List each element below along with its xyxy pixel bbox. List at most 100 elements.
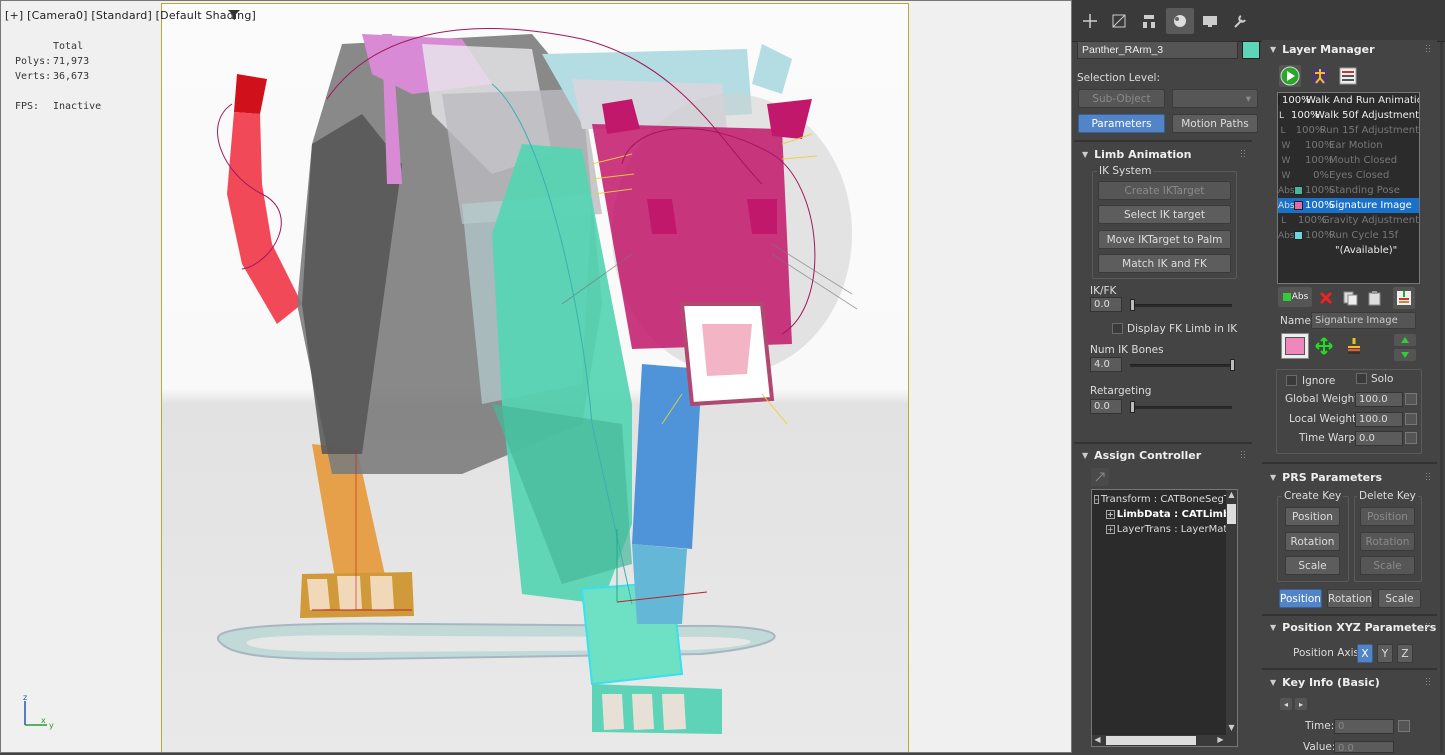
prs-parameters-header[interactable]: ▼ PRS Parameters <box>1262 468 1437 486</box>
assign-controller-button[interactable] <box>1091 468 1109 486</box>
copy-layer-button[interactable] <box>1339 287 1361 309</box>
command-panel-scrollbar[interactable] <box>1440 42 1443 753</box>
layer-manager-header[interactable]: ▼ Layer Manager <box>1262 40 1437 58</box>
tree-row-layertrans[interactable]: + LayerTrans : LayerMatrix3 <box>1092 522 1237 537</box>
panther-scene[interactable] <box>162 4 908 752</box>
key-lock-icon[interactable] <box>1398 720 1410 732</box>
time-warp-spinner[interactable]: 0.0 <box>1355 431 1403 446</box>
graph-icon[interactable] <box>1405 413 1417 425</box>
viewport-label-menu[interactable]: [+] [Camera0] [Standard] [Default Shadin… <box>5 9 256 22</box>
num-ik-bones-value[interactable]: 4.0 <box>1090 357 1122 372</box>
delete-rotation-key-button[interactable]: Rotation <box>1360 532 1415 551</box>
collapse-layers-button[interactable] <box>1393 287 1415 309</box>
layer-list[interactable]: 100% Walk And Run Animation L 100% Walk 50f … <box>1277 92 1420 284</box>
graph-icon[interactable] <box>1405 393 1417 405</box>
scale-mode-button[interactable]: Scale <box>1378 589 1421 608</box>
delete-layer-button[interactable] <box>1315 287 1337 309</box>
ignore-checkbox[interactable] <box>1286 375 1297 386</box>
ikfk-value[interactable]: 0.0 <box>1090 297 1122 312</box>
motion-paths-button[interactable]: Motion Paths <box>1172 114 1258 133</box>
layer-row[interactable]: W 100% Mouth Closed <box>1278 153 1419 168</box>
delete-scale-key-button[interactable]: Scale <box>1360 556 1415 575</box>
utilities-tab[interactable] <box>1226 8 1254 34</box>
controller-tree[interactable]: - Transform : CATBoneSegTrans + LimbData :… <box>1091 489 1238 747</box>
display-tab[interactable] <box>1196 8 1224 34</box>
scroll-left-icon[interactable]: ◀ <box>1092 735 1103 746</box>
setup-animation-mode-button[interactable] <box>1279 65 1301 87</box>
filter-icon[interactable] <box>228 10 240 20</box>
limb-animation-header[interactable]: ▼ Limb Animation <box>1074 145 1252 163</box>
global-weight-spinner[interactable]: 100.0 <box>1355 392 1403 407</box>
modify-tab[interactable] <box>1105 8 1133 34</box>
layer-row[interactable]: Abs 100% Run Cycle 15f <box>1278 228 1419 243</box>
retargeting-value[interactable]: 0.0 <box>1090 399 1122 414</box>
previous-key-button[interactable]: ◂ <box>1280 698 1292 710</box>
layer-transform-node-button[interactable] <box>1313 335 1335 357</box>
sub-object-dropdown[interactable]: ▾ <box>1172 89 1258 108</box>
walk-cycle-button[interactable] <box>1309 65 1331 87</box>
delete-position-key-button[interactable]: Position <box>1360 507 1415 526</box>
object-name-field[interactable] <box>1077 41 1238 59</box>
create-scale-key-button[interactable]: Scale <box>1285 556 1340 575</box>
layer-row[interactable]: W 100% Ear Motion <box>1278 138 1419 153</box>
scroll-thumb[interactable] <box>1106 736 1196 745</box>
layer-options-button[interactable] <box>1337 65 1359 87</box>
create-rotation-key-button[interactable]: Rotation <box>1285 532 1340 551</box>
ikfk-slider-track[interactable] <box>1130 304 1232 307</box>
layer-row[interactable]: Abs 100% Standing Pose <box>1278 183 1419 198</box>
tree-row-limbdata[interactable]: +LimbData : CATLimbData <box>1092 507 1237 522</box>
position-xyz-header[interactable]: ▼ Position XYZ Parameters <box>1262 618 1437 636</box>
ikfk-slider-handle[interactable] <box>1130 299 1135 311</box>
expand-toggle-icon[interactable]: + <box>1106 525 1115 534</box>
next-key-button[interactable]: ▸ <box>1295 698 1307 710</box>
assign-controller-header[interactable]: ▼ Assign Controller <box>1074 446 1252 464</box>
local-weight-spinner[interactable]: 100.0 <box>1355 412 1403 427</box>
select-ik-target-button[interactable]: Select IK target <box>1098 205 1231 224</box>
solo-checkbox[interactable] <box>1356 373 1367 384</box>
layer-row[interactable]: L 100% Gravity Adjustment <box>1278 213 1419 228</box>
rotation-mode-button[interactable]: Rotation <box>1327 589 1373 608</box>
move-layer-down-button[interactable] <box>1394 349 1416 361</box>
create-tab[interactable] <box>1076 8 1104 34</box>
add-layer-button[interactable]: Abs <box>1278 287 1312 307</box>
create-iktarget-button[interactable]: Create IKTarget <box>1098 181 1231 200</box>
layer-row[interactable]: W 0% Eyes Closed <box>1278 168 1419 183</box>
collapse-toggle-icon[interactable]: - <box>1094 495 1099 504</box>
layer-row[interactable]: L 100% Run 15f Adjustment <box>1278 123 1419 138</box>
axis-x-button[interactable]: X <box>1357 644 1373 663</box>
tree-horizontal-scrollbar[interactable]: ◀ ▶ <box>1092 735 1237 746</box>
viewport[interactable]: [+] [Camera0] [Standard] [Default Shadin… <box>0 0 1072 753</box>
layer-color-button[interactable] <box>1281 333 1309 359</box>
scroll-up-icon[interactable]: ▲ <box>1226 490 1237 501</box>
motion-tab[interactable] <box>1166 8 1194 34</box>
key-info-header[interactable]: ▼ Key Info (Basic) <box>1262 673 1437 691</box>
match-ik-fk-button[interactable]: Match IK and FK <box>1098 254 1231 273</box>
scroll-right-icon[interactable]: ▶ <box>1215 735 1226 746</box>
layer-stack-button[interactable] <box>1343 335 1365 357</box>
paste-layer-button[interactable] <box>1363 287 1385 309</box>
num-ik-bones-slider-track[interactable] <box>1130 364 1232 367</box>
layer-row[interactable]: Abs 100% Signature Image <box>1278 198 1419 213</box>
parameters-button[interactable]: Parameters <box>1078 114 1165 133</box>
time-spinner[interactable]: 0 <box>1334 719 1394 734</box>
object-color-swatch[interactable] <box>1242 41 1260 59</box>
position-mode-button[interactable]: Position <box>1279 589 1322 608</box>
axis-y-button[interactable]: Y <box>1377 644 1393 663</box>
layer-name-field[interactable] <box>1311 312 1416 329</box>
move-layer-up-button[interactable] <box>1394 334 1416 346</box>
tree-vertical-scrollbar[interactable]: ▲ ▼ <box>1226 490 1237 746</box>
available-layer-slot[interactable]: "(Available)" <box>1278 243 1419 258</box>
retargeting-slider-handle[interactable] <box>1130 401 1135 413</box>
axis-z-button[interactable]: Z <box>1397 644 1413 663</box>
create-position-key-button[interactable]: Position <box>1285 507 1340 526</box>
graph-icon[interactable] <box>1405 432 1417 444</box>
move-iktarget-to-palm-button[interactable]: Move IKTarget to Palm <box>1098 230 1231 249</box>
value-spinner[interactable]: 0.0 <box>1334 741 1394 754</box>
retargeting-slider-track[interactable] <box>1130 406 1232 409</box>
scroll-thumb[interactable] <box>1227 504 1236 524</box>
display-fk-limb-checkbox[interactable] <box>1112 323 1123 334</box>
sub-object-button[interactable]: Sub-Object <box>1078 89 1165 108</box>
layer-row[interactable]: L 100% Walk 50f Adjustment <box>1278 108 1419 123</box>
scroll-down-icon[interactable]: ▼ <box>1226 723 1237 734</box>
hierarchy-tab[interactable] <box>1135 8 1163 34</box>
